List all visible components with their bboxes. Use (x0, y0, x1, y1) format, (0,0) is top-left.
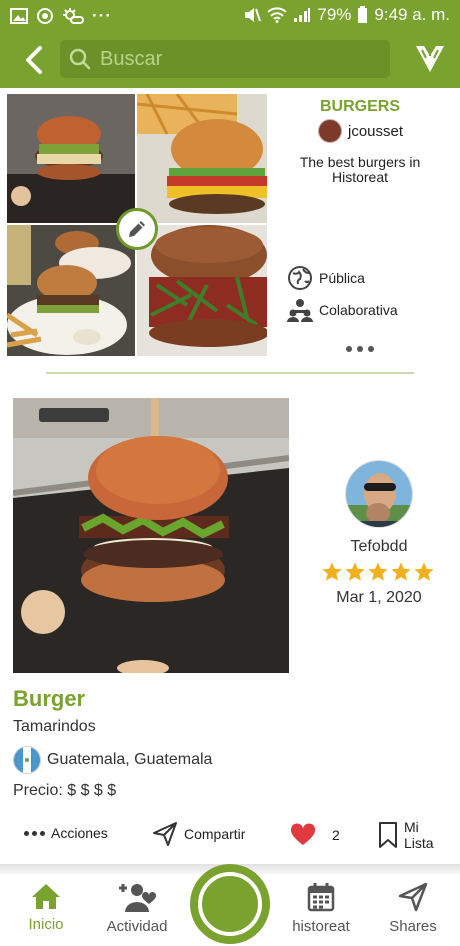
battery-icon (358, 6, 368, 23)
list-description: The best burgers in Historeat (299, 154, 421, 185)
actions-label: Acciones (51, 825, 108, 841)
add-user-heart-icon (119, 884, 157, 912)
collage-photo-1 (7, 94, 135, 223)
users-icon (287, 299, 313, 322)
signal-icon (294, 8, 311, 22)
camera-capture-button[interactable] (190, 864, 270, 944)
status-icons-left: ··· (10, 6, 112, 26)
capture-ring-icon (198, 872, 262, 936)
nav-actividad-label: Actividad (106, 918, 168, 935)
heart-icon (290, 823, 316, 845)
owner-avatar[interactable] (318, 119, 342, 143)
nav-shares[interactable]: Shares (368, 882, 458, 935)
nav-historeat-label: historeat (292, 918, 350, 935)
post-user-name[interactable]: Tefobdd (300, 538, 458, 556)
search-input[interactable] (100, 47, 380, 71)
nav-historeat[interactable]: historeat (276, 882, 366, 935)
post-actions-bar: Acciones Compartir 2 Mi Lista (0, 815, 460, 859)
list-collaboration-label: Colaborativa (319, 302, 398, 318)
paper-plane-icon (153, 822, 177, 846)
collage-photo-3 (7, 225, 135, 356)
location-label: Guatemala, Guatemala (47, 751, 213, 768)
back-button[interactable] (18, 42, 52, 78)
more-dots-icon (24, 830, 45, 836)
star-icon (322, 562, 342, 581)
add-to-list-label: Mi Lista (404, 819, 434, 851)
bookmark-icon (379, 822, 397, 848)
owner-name: jcousset (348, 122, 404, 140)
dish-name[interactable]: Burger (13, 686, 85, 712)
status-icons-right: 79% 9:49 a. m. (243, 5, 450, 25)
globe-icon (288, 266, 312, 290)
home-icon (32, 884, 60, 909)
star-icon (345, 562, 365, 581)
add-to-list-label-line1: Mi (404, 819, 419, 835)
historeat-logo[interactable] (414, 42, 446, 76)
wifi-icon (267, 7, 288, 23)
star-icon (414, 562, 434, 581)
chevron-left-icon (26, 46, 42, 74)
share-button[interactable]: Compartir (152, 821, 245, 847)
mute-icon (245, 8, 262, 22)
paper-plane-icon (398, 882, 428, 912)
app-bar (0, 32, 460, 88)
like-button[interactable]: 2 (290, 823, 340, 847)
list-more-button[interactable] (346, 346, 374, 352)
collage-photo-2 (137, 94, 267, 223)
list-visibility: Pública (287, 265, 365, 291)
post-photo[interactable] (13, 398, 289, 673)
post-date: Mar 1, 2020 (336, 589, 422, 606)
historeat-logo-icon (416, 46, 444, 72)
price-level: Precio: $ $ $ $ (13, 782, 117, 799)
calendar-icon (307, 883, 335, 912)
rating-stars (321, 561, 435, 583)
section-divider (46, 372, 414, 374)
nav-shares-label: Shares (389, 918, 437, 935)
like-count: 2 (332, 827, 340, 843)
post-user-avatar[interactable] (345, 460, 413, 528)
weather-icon (63, 8, 84, 24)
search-icon (69, 48, 91, 70)
battery-percent: 79% (317, 5, 352, 24)
location: Guatemala, Guatemala (13, 746, 212, 774)
list-collaboration: Colaborativa (287, 297, 398, 323)
list-owner[interactable]: jcousset (318, 119, 403, 143)
gallery-icon (10, 8, 28, 24)
collage-photo-4 (137, 225, 267, 356)
more-notifications-icon: ··· (92, 6, 112, 25)
add-to-list-label-line2: Lista (404, 835, 434, 851)
pencil-icon (129, 221, 145, 237)
nav-inicio-label: Inicio (28, 916, 64, 933)
restaurant-name[interactable]: Tamarindos (13, 718, 96, 736)
guatemala-flag-icon (13, 746, 41, 774)
star-icon (391, 562, 411, 581)
clock: 9:49 a. m. (374, 5, 450, 24)
actions-button[interactable]: Acciones (24, 825, 108, 841)
whatsapp-icon (37, 8, 53, 24)
list-title: BURGERS (319, 98, 400, 115)
add-to-list-button[interactable]: Mi Lista (378, 819, 434, 851)
search-bar[interactable] (60, 40, 390, 78)
status-bar: ··· 79% 9:49 a. m. (0, 0, 460, 32)
nav-inicio[interactable]: Inicio (1, 882, 91, 933)
list-visibility-label: Pública (319, 270, 365, 286)
star-icon (368, 562, 388, 581)
edit-list-button[interactable] (116, 208, 158, 250)
nav-actividad[interactable]: Actividad (92, 882, 182, 935)
share-label: Compartir (184, 826, 246, 842)
